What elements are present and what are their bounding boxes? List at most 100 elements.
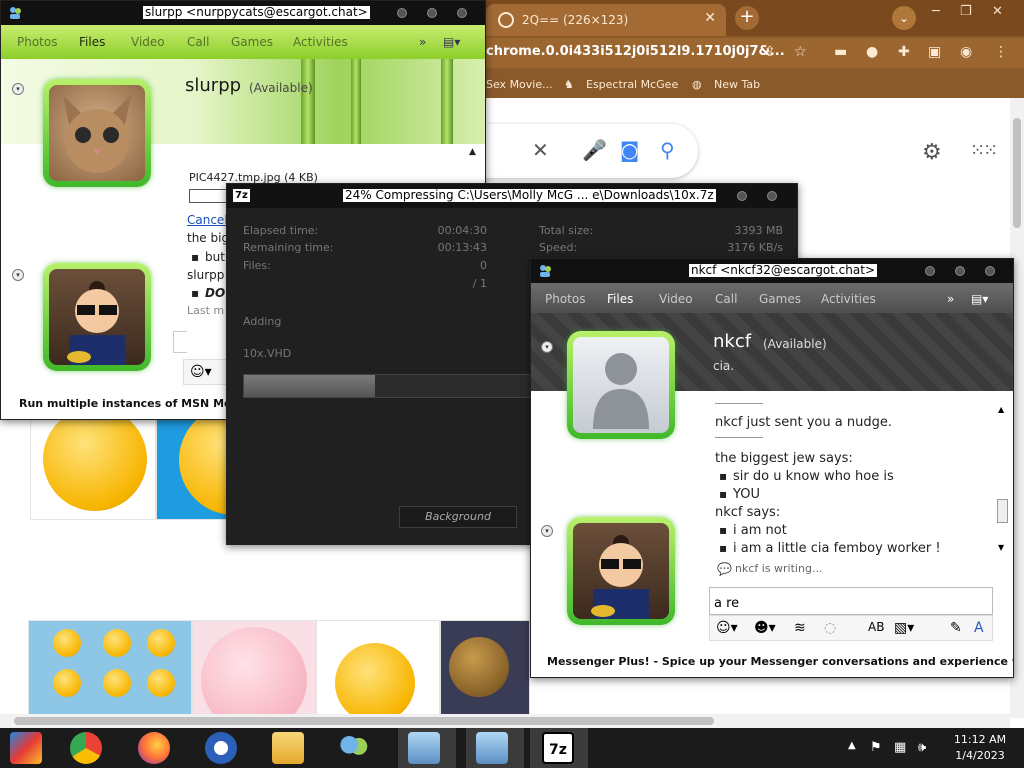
msn-chat-task-icon[interactable] (476, 732, 508, 764)
system-clock[interactable]: 11:12 AM 1/4/2023 (940, 732, 1020, 764)
nudge-icon[interactable]: ≋ (794, 620, 806, 636)
menu-photos[interactable]: Photos (17, 35, 57, 49)
options-icon[interactable]: ▤▾ (443, 35, 460, 49)
image-result-tile[interactable] (316, 620, 440, 716)
more-icon[interactable]: » (947, 292, 954, 306)
scroll-up-icon[interactable]: ▲ (469, 147, 476, 157)
url-text[interactable]: chrome.0.0i433i512j0i512l9.1710j0j7&... (486, 44, 785, 59)
menu-video[interactable]: Video (131, 35, 165, 49)
menu-video[interactable]: Video (659, 292, 693, 306)
maximize-icon[interactable] (427, 8, 437, 18)
image-result-tile[interactable] (440, 620, 530, 716)
chat-scrollbar[interactable]: ▲ ▼ (997, 405, 1009, 555)
puzzle-icon[interactable]: ✚ (898, 44, 910, 60)
emoticon-icon[interactable]: ☺▾ (716, 620, 738, 636)
minimize-icon[interactable] (737, 191, 747, 201)
menu-dots-icon[interactable]: ⋮ (994, 44, 1008, 60)
options-icon[interactable]: ▤▾ (971, 292, 988, 306)
close-icon[interactable]: ✕ (992, 4, 1003, 19)
menu-call[interactable]: Call (187, 35, 209, 49)
sidebar-icon[interactable]: ▣ (928, 44, 941, 60)
share-icon[interactable]: ⇪ (764, 44, 776, 60)
new-tab-button[interactable]: + (735, 6, 759, 30)
menu-call[interactable]: Call (715, 292, 737, 306)
google-search-box[interactable]: ✕ 🎤 ◙ ⚲ (470, 124, 698, 178)
profile-extension-icon[interactable]: ● (866, 44, 878, 60)
menu-files[interactable]: Files (607, 292, 633, 306)
msn-plus-footer[interactable]: Messenger Plus! - Spice up your Messenge… (547, 655, 1013, 668)
image-result-tile[interactable] (192, 620, 316, 716)
close-icon[interactable] (767, 191, 777, 201)
window-titlebar[interactable]: nkcf <nkcf32@escargot.chat> (531, 259, 1013, 283)
account-icon[interactable]: ◉ (960, 44, 972, 60)
image-search-icon[interactable]: ◙ (620, 138, 639, 162)
obama-logo-icon[interactable] (205, 732, 237, 764)
image-result-tile[interactable] (28, 620, 192, 716)
search-icon[interactable]: ⚲ (660, 138, 675, 162)
google-apps-icon[interactable]: ⁙⁙ (970, 140, 998, 161)
browser-tab[interactable]: 2Q== (226×123) ✕ (486, 4, 726, 36)
voice-search-icon[interactable]: 🎤 (582, 138, 607, 162)
menu-activities[interactable]: Activities (821, 292, 876, 306)
spellcheck-icon[interactable]: AB (868, 620, 884, 634)
tray-chevron-icon[interactable]: ▲ (848, 740, 856, 751)
collapse-icon[interactable]: ▾ (12, 83, 24, 95)
menu-activities[interactable]: Activities (293, 35, 348, 49)
network-icon[interactable]: ▦ (894, 740, 906, 755)
tab-close-icon[interactable]: ✕ (704, 10, 716, 26)
minimize-icon[interactable] (925, 266, 935, 276)
scroll-thumb[interactable] (14, 717, 714, 725)
restore-icon[interactable]: ❐ (960, 4, 972, 19)
collapse-icon[interactable]: ▾ (12, 269, 24, 281)
scroll-down-icon[interactable]: ▼ (998, 543, 1004, 552)
minimize-icon[interactable] (397, 8, 407, 18)
menu-files[interactable]: Files (79, 35, 105, 49)
background-button[interactable]: Background (399, 506, 517, 528)
scroll-up-icon[interactable]: ▲ (998, 405, 1004, 414)
bookmark-item[interactable]: New Tab (714, 78, 760, 91)
emoticon-button[interactable]: ☺▾ (183, 359, 231, 385)
voice-clip-icon[interactable]: ◌ (824, 620, 836, 636)
tab-search-button[interactable]: ⌄ (892, 6, 916, 30)
menu-photos[interactable]: Photos (545, 292, 585, 306)
font-icon[interactable]: A (974, 620, 984, 636)
input-area-edge[interactable] (173, 331, 187, 353)
maximize-icon[interactable] (955, 266, 965, 276)
background-picker-icon[interactable]: ▧▾ (894, 620, 914, 636)
flag-icon[interactable]: ⚑ (870, 740, 882, 755)
contact-avatar[interactable] (567, 331, 675, 439)
close-icon[interactable] (985, 266, 995, 276)
bookmark-item[interactable]: Sex Movie... (486, 78, 553, 91)
msn-messenger-icon[interactable] (338, 732, 370, 764)
handwriting-icon[interactable]: ✎ (950, 620, 962, 636)
start-button[interactable] (10, 732, 42, 764)
scroll-thumb[interactable] (1013, 118, 1021, 228)
cancel-link[interactable]: Cancel (187, 213, 228, 227)
firefox-icon[interactable] (138, 732, 170, 764)
window-titlebar[interactable]: slurpp <nurppycats@escargot.chat> (1, 1, 485, 25)
address-bar[interactable]: chrome.0.0i433i512j0i512l9.1710j0j7&... … (486, 38, 1024, 68)
file-explorer-icon[interactable] (272, 732, 304, 764)
settings-gear-icon[interactable]: ⚙ (922, 140, 942, 165)
page-horizontal-scrollbar[interactable] (0, 714, 1010, 728)
close-icon[interactable] (457, 8, 467, 18)
clear-icon[interactable]: ✕ (532, 138, 549, 162)
contact-avatar[interactable] (43, 79, 151, 187)
window-titlebar[interactable]: 7z 24% Compressing C:\Users\Molly McG ..… (227, 184, 797, 208)
volume-icon[interactable]: 🕪 (918, 740, 926, 755)
chrome-icon[interactable] (70, 732, 102, 764)
collapse-icon[interactable]: ▾ (541, 341, 553, 353)
message-input[interactable]: a re (709, 587, 993, 615)
more-icon[interactable]: » (419, 35, 426, 49)
bookmark-item[interactable]: Espectral McGee (586, 78, 678, 91)
menu-games[interactable]: Games (759, 292, 801, 306)
msn-chat-task-icon[interactable] (408, 732, 440, 764)
wink-icon[interactable]: ☻▾ (754, 620, 776, 636)
7zip-task-icon[interactable]: 7z (542, 732, 574, 764)
extension-flag-icon[interactable]: ▬ (834, 44, 847, 60)
menu-games[interactable]: Games (231, 35, 273, 49)
collapse-icon[interactable]: ▾ (541, 525, 553, 537)
my-avatar[interactable] (43, 263, 151, 371)
minimize-icon[interactable]: ─ (932, 4, 940, 19)
bookmark-star-icon[interactable]: ☆ (794, 44, 807, 60)
